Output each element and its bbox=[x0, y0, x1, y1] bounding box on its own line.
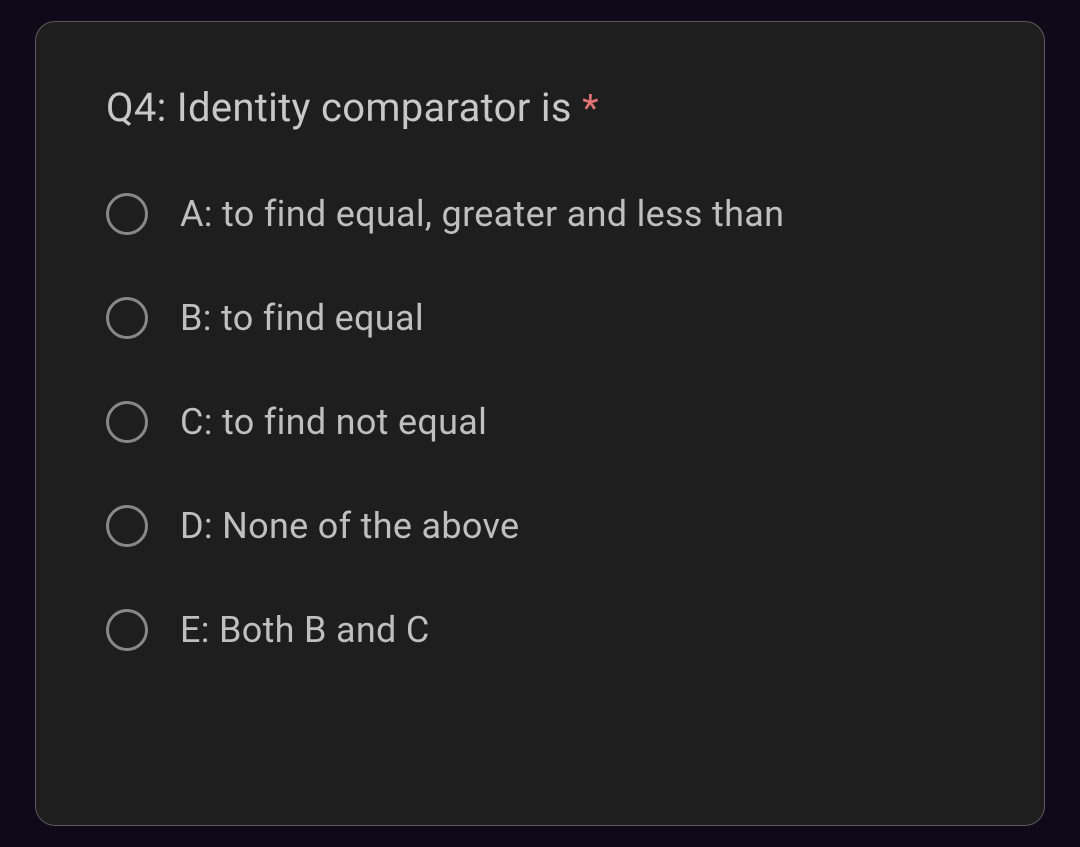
radio-icon[interactable] bbox=[106, 505, 148, 547]
option-a[interactable]: A: to find equal, greater and less than bbox=[106, 193, 974, 235]
options-list: A: to find equal, greater and less than … bbox=[106, 193, 974, 651]
option-label: E: Both B and C bbox=[180, 609, 430, 651]
radio-icon[interactable] bbox=[106, 297, 148, 339]
radio-icon[interactable] bbox=[106, 609, 148, 651]
option-label: D: None of the above bbox=[180, 505, 519, 547]
option-label: A: to find equal, greater and less than bbox=[180, 193, 784, 235]
option-e[interactable]: E: Both B and C bbox=[106, 609, 974, 651]
option-c[interactable]: C: to find not equal bbox=[106, 401, 974, 443]
option-b[interactable]: B: to find equal bbox=[106, 297, 974, 339]
question-title: Q4: Identity comparator is * bbox=[106, 84, 974, 131]
required-asterisk: * bbox=[582, 87, 599, 131]
question-card: Q4: Identity comparator is * A: to find … bbox=[35, 21, 1045, 826]
question-text: Q4: Identity comparator is bbox=[106, 84, 582, 131]
option-label: B: to find equal bbox=[180, 297, 424, 339]
radio-icon[interactable] bbox=[106, 401, 148, 443]
radio-icon[interactable] bbox=[106, 193, 148, 235]
option-d[interactable]: D: None of the above bbox=[106, 505, 974, 547]
option-label: C: to find not equal bbox=[180, 401, 487, 443]
